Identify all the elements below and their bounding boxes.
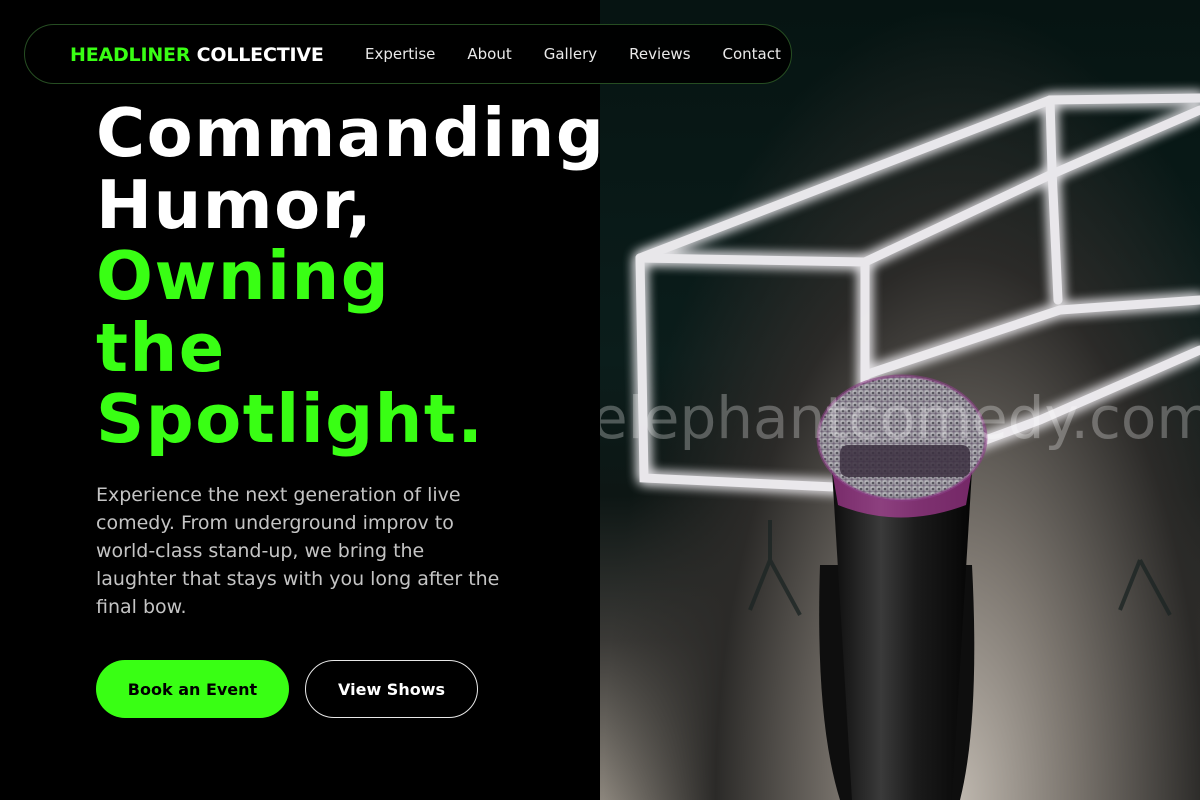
nav-link-contact[interactable]: Contact bbox=[723, 45, 781, 63]
nav-link-gallery[interactable]: Gallery bbox=[544, 45, 597, 63]
hero-description: Experience the next generation of live c… bbox=[96, 484, 500, 618]
headline-line-3: Owning bbox=[96, 237, 391, 315]
watermark-text: elephantcomedy.com bbox=[600, 384, 1200, 452]
headline-line-2: Humor, bbox=[96, 165, 374, 244]
hero-photo: elephantcomedy.com bbox=[600, 0, 1200, 800]
hero-headline: Commanding Humor, Owning the Spotlight. bbox=[96, 94, 606, 458]
nav-link-about[interactable]: About bbox=[467, 45, 511, 63]
headline-line-4: the bbox=[96, 308, 226, 387]
book-event-button[interactable]: Book an Event bbox=[96, 660, 289, 718]
brand-logo[interactable]: HEADLINER COLLECTIVE bbox=[70, 44, 324, 66]
headline-line-1: Commanding bbox=[96, 94, 606, 172]
headline-line-5: Spotlight. bbox=[96, 380, 485, 458]
nav-link-reviews[interactable]: Reviews bbox=[629, 45, 690, 63]
view-shows-button[interactable]: View Shows bbox=[305, 660, 478, 718]
top-navigation: HEADLINER COLLECTIVE Expertise About Gal… bbox=[24, 24, 792, 84]
brand-part-1: HEADLINER bbox=[70, 44, 191, 66]
nav-links: Expertise About Gallery Reviews Contact bbox=[365, 45, 813, 63]
nav-link-expertise[interactable]: Expertise bbox=[365, 45, 435, 63]
brand-part-2: COLLECTIVE bbox=[196, 44, 324, 66]
